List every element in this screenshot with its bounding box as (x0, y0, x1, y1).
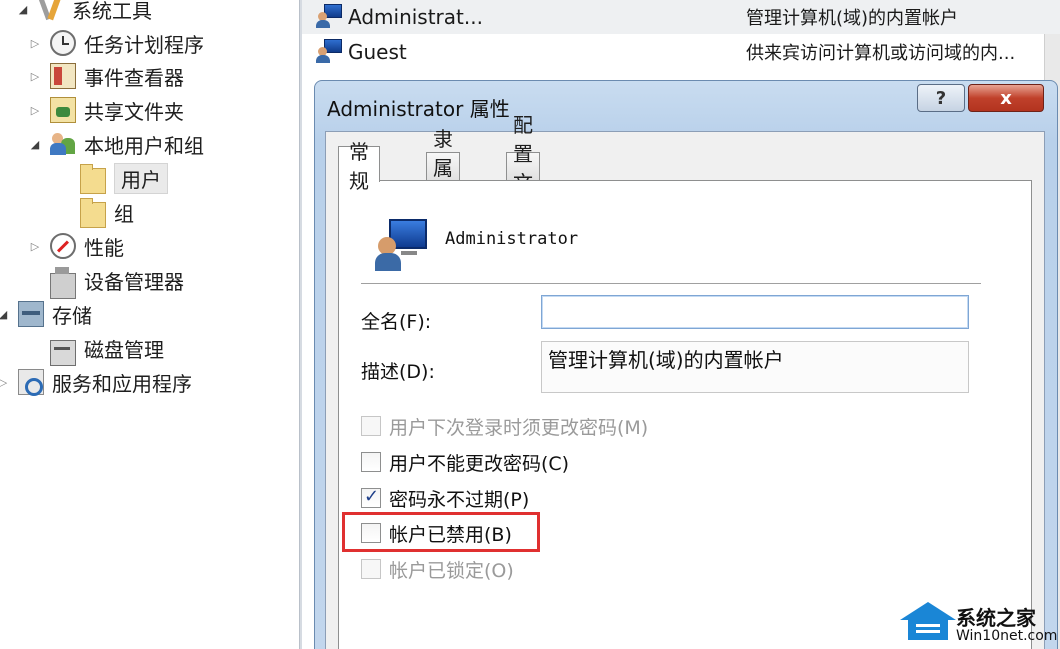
divider (361, 283, 981, 285)
checkbox-box (361, 559, 381, 579)
user-account-icon (375, 217, 431, 273)
full-name-field[interactable] (541, 295, 969, 329)
tab-profile[interactable]: 配置文件 (506, 113, 540, 224)
tree-item-disk-management[interactable]: 磁盘管理 (50, 333, 164, 366)
user-icon (316, 39, 342, 63)
tree-item-shared-folders[interactable]: ▷ 共享文件夹 (28, 95, 184, 125)
event-viewer-icon (50, 63, 76, 89)
general-tab-panel: Administrator 全名(F): 描述(D): 管理计算机(域)的内置帐… (338, 180, 1032, 649)
tree-item-system-tools[interactable]: ◢ 系统工具 (16, 0, 152, 24)
password-never-expires-checkbox[interactable]: 密码永不过期(P) (361, 485, 529, 511)
checkmark-icon (361, 486, 381, 508)
tree-item-local-users-groups[interactable]: ◢ 本地用户和组 (28, 129, 204, 159)
folder-icon (80, 164, 106, 194)
dialog-title: Administrator 属性 (327, 97, 510, 121)
tree-item-storage[interactable]: ◢ 存储 (0, 299, 92, 329)
tab-general[interactable]: 常规 (338, 140, 380, 193)
folder-icon (80, 198, 106, 228)
console-tree: ◢ 系统工具 ▷ 任务计划程序 ▷ 事件查看器 ▷ 共享文件夹 ◢ 本地用户和组… (0, 0, 300, 649)
close-icon: x (1000, 87, 1012, 109)
tree-item-performance[interactable]: ▷ 性能 (28, 231, 124, 261)
expand-arrow-icon[interactable]: ◢ (16, 3, 30, 16)
user-icon (316, 4, 342, 28)
collapse-arrow-icon[interactable]: ◢ (0, 308, 10, 321)
must-change-password-checkbox[interactable]: 用户下次登录时须更改密码(M) (361, 413, 648, 439)
tree-item-device-manager[interactable]: 设备管理器 (50, 265, 184, 299)
tree-item-services-apps[interactable]: ▷ 服务和应用程序 (0, 367, 192, 397)
full-name-label: 全名(F): (361, 311, 432, 333)
watermark-title: 系统之家 (956, 606, 1036, 630)
dialog-body: 常规 隶属于 配置文件 Administrator 全名(F): 描述(D): … (325, 113, 1045, 649)
house-icon (900, 602, 956, 620)
performance-icon (50, 233, 76, 259)
expand-arrow-icon[interactable]: ▷ (28, 240, 42, 253)
help-button[interactable]: ? (917, 84, 965, 112)
watermark-logo: 系统之家 Win10net.com (890, 596, 1060, 649)
expand-arrow-icon[interactable]: ▷ (28, 70, 42, 83)
account-name: Administrator (445, 229, 579, 249)
tree-item-groups[interactable]: 组 (80, 197, 134, 228)
user-name: Guest (348, 40, 407, 64)
tools-icon (38, 0, 64, 22)
user-description: 管理计算机(域)的内置帐户 (746, 8, 959, 29)
storage-icon (18, 301, 44, 327)
cannot-change-password-checkbox[interactable]: 用户不能更改密码(C) (361, 449, 569, 475)
expand-arrow-icon[interactable]: ▷ (28, 37, 42, 50)
list-item[interactable]: Guest 供来宾访问计算机或访问域的内... (302, 35, 1060, 69)
watermark-url: Win10net.com (956, 628, 1058, 644)
help-icon: ? (935, 87, 947, 109)
list-item[interactable]: Administrat... 管理计算机(域)的内置帐户 (302, 0, 1060, 34)
users-group-icon (50, 131, 76, 157)
checkbox-box (361, 452, 381, 472)
expand-arrow-icon[interactable]: ▷ (0, 376, 10, 389)
tree-item-task-scheduler[interactable]: ▷ 任务计划程序 (28, 28, 204, 58)
user-name: Administrat... (348, 5, 483, 29)
clock-icon (50, 30, 76, 56)
properties-dialog: Administrator 属性 ? x 常规 隶属于 配置文件 Adminis… (314, 80, 1058, 649)
expand-arrow-icon[interactable]: ▷ (28, 104, 42, 117)
description-label: 描述(D): (361, 361, 435, 383)
tree-item-event-viewer[interactable]: ▷ 事件查看器 (28, 61, 184, 91)
collapse-arrow-icon[interactable]: ◢ (28, 138, 42, 151)
account-locked-checkbox[interactable]: 帐户已锁定(O) (361, 556, 514, 582)
highlight-box (342, 512, 540, 552)
device-manager-icon (50, 267, 76, 299)
close-button[interactable]: x (968, 84, 1044, 112)
description-field[interactable]: 管理计算机(域)的内置帐户 (541, 341, 969, 393)
user-list: Administrat... 管理计算机(域)的内置帐户 Guest 供来宾访问… (302, 0, 1060, 72)
shared-folder-icon (50, 97, 76, 123)
tab-member-of[interactable]: 隶属于 (426, 127, 460, 209)
user-description: 供来宾访问计算机或访问域的内... (746, 43, 1016, 64)
checkbox-box (361, 416, 381, 436)
disk-icon (50, 340, 76, 366)
tree-item-users[interactable]: 用户 (80, 162, 168, 194)
services-icon (18, 369, 44, 396)
pane-splitter[interactable] (299, 0, 302, 649)
